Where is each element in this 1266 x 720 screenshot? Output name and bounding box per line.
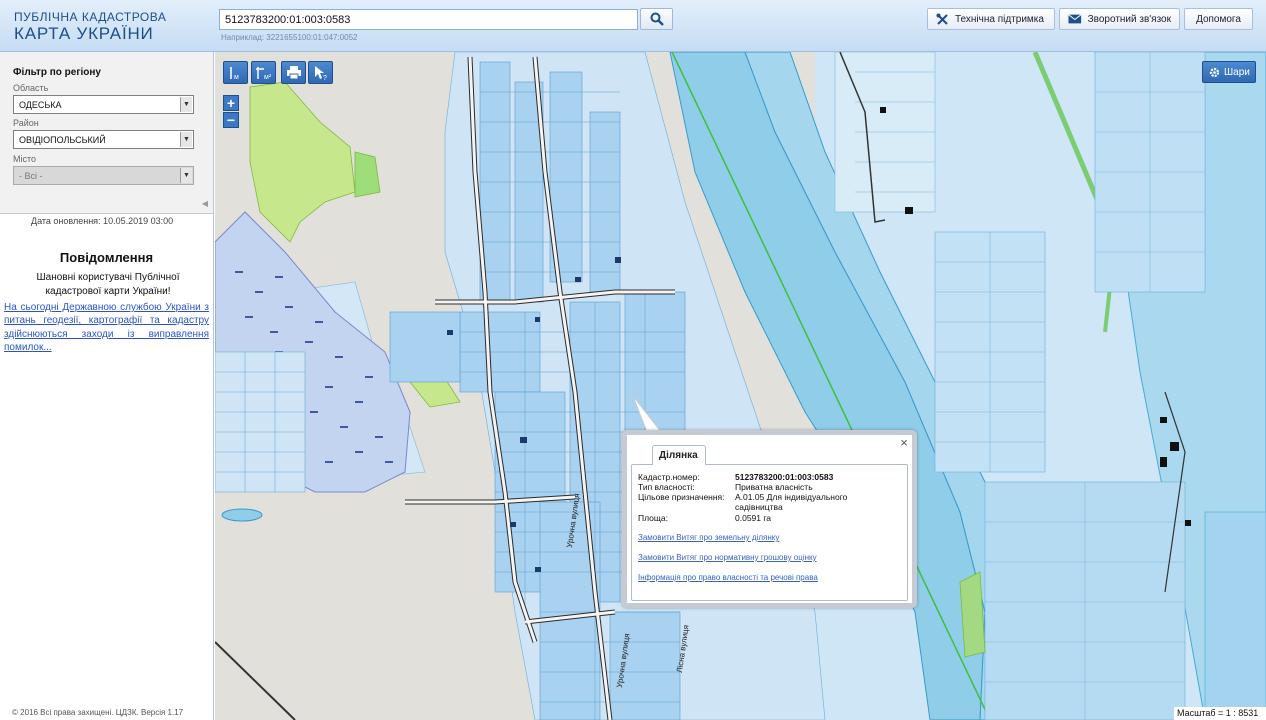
misto-label: Місто	[13, 154, 37, 164]
rayon-label: Район	[13, 118, 39, 128]
tab-parcel[interactable]: Ділянка	[652, 445, 706, 465]
notice-text: Шановні користувачі Публічної кадастрово…	[36, 272, 180, 297]
cadastral-map[interactable]: Урочна вулиця Урочна вулиця Лісна вулиця…	[215, 52, 1266, 720]
close-icon[interactable]: ×	[898, 436, 910, 449]
region-filter-panel: Фільтр по регіону Область ОДЕСЬКА ▼ Райо…	[0, 52, 213, 214]
notice-link[interactable]: На сьогодні Державною службою України з …	[4, 301, 209, 354]
tech-support-label: Технічна підтримка	[955, 13, 1044, 25]
layers-label: Шари	[1224, 66, 1250, 78]
svg-text:м: м	[234, 74, 239, 81]
measure-area-button[interactable]: м²	[251, 61, 276, 84]
area-ruler-icon: м²	[255, 66, 272, 81]
order-valuation-link[interactable]: Замовити Витяг про нормативну грошову оц…	[638, 553, 817, 562]
print-button[interactable]	[281, 61, 306, 84]
oblast-select[interactable]: ОДЕСЬКА ▼	[13, 95, 194, 114]
oblast-value: ОДЕСЬКА	[19, 100, 62, 110]
collapse-sidebar-button[interactable]: ◀	[199, 195, 211, 211]
parcel-info-popup: × Ділянка Кадастр.номер: 5123783200:01:0…	[622, 430, 917, 608]
map-scale: Масштаб = 1 : 8531	[1174, 707, 1266, 720]
printer-icon	[286, 66, 301, 79]
oblast-label: Область	[13, 83, 49, 93]
sidebar: Фільтр по регіону Область ОДЕСЬКА ▼ Райо…	[0, 52, 214, 720]
order-extract-link[interactable]: Замовити Витяг про земельну ділянку	[638, 533, 779, 542]
help-button[interactable]: Допомога	[1184, 8, 1253, 30]
chevron-down-icon: ▼	[180, 132, 192, 147]
cadastral-number-label: Кадастр.номер:	[638, 472, 700, 482]
tools-icon	[936, 13, 948, 25]
filter-title: Фільтр по регіону	[13, 67, 101, 78]
identify-button[interactable]: ?	[308, 61, 333, 84]
purpose-value: А.01.05 Для індивідуального садівництва	[735, 492, 848, 512]
tech-support-button[interactable]: Технічна підтримка	[927, 8, 1055, 30]
rayon-value: ОВІДІОПОЛЬСЬКИЙ	[19, 135, 106, 145]
cadastral-search-input[interactable]	[219, 9, 638, 30]
feedback-button[interactable]: Зворотний зв'язок	[1059, 8, 1180, 30]
logo-top-text: ПУБЛІЧНА КАДАСТРОВА	[14, 10, 167, 24]
logo-bottom-text: КАРТА УКРАЇНИ	[14, 24, 154, 43]
ownership-type-label: Тип власності:	[638, 482, 695, 492]
notice-title: Повідомлення	[59, 250, 154, 265]
gear-icon	[1209, 67, 1220, 77]
purpose-label: Цільове призначення:	[638, 492, 725, 502]
rayon-select[interactable]: ОВІДІОПОЛЬСЬКИЙ ▼	[13, 130, 194, 149]
update-date: Дата оновлення: 10.05.2019 03:00	[31, 216, 174, 226]
misto-value: - Всі -	[19, 171, 43, 181]
app-logo[interactable]: ПУБЛІЧНА КАДАСТРОВА КАРТА УКРАЇНИ	[14, 10, 166, 44]
area-label: Площа:	[638, 513, 668, 523]
area-value: 0.0591 га	[735, 513, 772, 523]
zoom-in-button[interactable]: +	[223, 95, 239, 111]
map-canvas	[215, 52, 1266, 720]
popup-body: Кадастр.номер: 5123783200:01:003:0583 Ти…	[631, 464, 908, 601]
copyright: © 2016 Всі права захищені. ЦДЗК. Версія …	[12, 708, 184, 717]
ruler-icon: м	[229, 66, 239, 81]
chevron-down-icon: ▼	[180, 97, 192, 112]
search-icon	[650, 12, 664, 26]
cursor-question-icon: ?	[314, 65, 327, 81]
ownership-type-value: Приватна власність	[735, 482, 813, 492]
chevron-down-icon: ▼	[180, 168, 192, 183]
search-button[interactable]	[640, 8, 673, 30]
zoom-out-button[interactable]: −	[223, 112, 239, 128]
layers-button[interactable]: Шари	[1202, 61, 1256, 83]
measure-length-button[interactable]: м	[223, 61, 248, 84]
feedback-label: Зворотний зв'язок	[1087, 13, 1171, 25]
misto-select[interactable]: - Всі - ▼	[13, 166, 194, 185]
svg-text:?: ?	[323, 75, 327, 81]
cadastral-number-value: 5123783200:01:003:0583	[735, 472, 834, 482]
search-hint: Наприклад: 3221655100:01:047:0052	[221, 33, 358, 42]
app-header: ПУБЛІЧНА КАДАСТРОВА КАРТА УКРАЇНИ Наприк…	[0, 0, 1266, 52]
ownership-info-link[interactable]: Інформація про право власності та речові…	[638, 573, 818, 582]
envelope-icon	[1068, 14, 1082, 24]
help-label: Допомога	[1196, 13, 1241, 25]
svg-text:м²: м²	[264, 74, 272, 81]
